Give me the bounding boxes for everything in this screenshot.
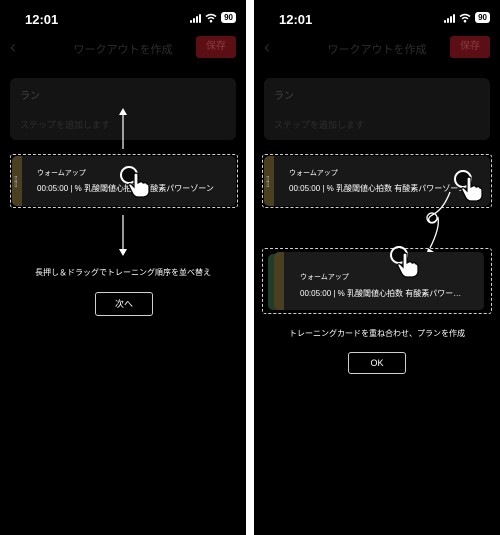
tap-hand-icon — [461, 176, 483, 202]
save-button[interactable]: 保存 — [450, 36, 490, 58]
left-screen: 12:01 90 ‹ ワークアウトを作成 保存 ラン ステップを追加します ⁞⁞… — [0, 0, 246, 535]
arrow-down-icon — [119, 215, 127, 256]
signal-icon — [190, 13, 202, 23]
drag-grip-icon[interactable]: ⁞⁞ ⁞⁞ — [14, 176, 18, 189]
ok-button[interactable]: OK — [348, 352, 406, 374]
tap-hand-icon — [128, 172, 150, 198]
save-button[interactable]: 保存 — [196, 36, 236, 58]
status-time: 12:01 — [279, 12, 313, 27]
card-title: ウォームアップ — [37, 170, 86, 177]
run-add-step-text: ステップを追加します — [20, 120, 111, 130]
card-detail: 00:05:00 | % 乳酸閾値心拍数 有酸素パワー… — [300, 289, 462, 298]
status-time: 12:01 — [25, 12, 59, 27]
warmup-card-stacked[interactable]: ウォームアップ 00:05:00 | % 乳酸閾値心拍数 有酸素パワー… — [274, 252, 484, 310]
battery-icon: 90 — [221, 12, 236, 23]
tap-hand-icon — [397, 252, 419, 278]
right-screen: 12:01 90 ‹ ワークアウトを作成 保存 ラン ステップを追加します ⁞⁞… — [254, 0, 500, 535]
status-icons: 90 — [444, 12, 490, 23]
signal-icon — [444, 13, 456, 23]
card-title: ウォームアップ — [289, 170, 338, 177]
reorder-hint: 長押し＆ドラッグでトレーニング順序を並べ替え — [35, 268, 211, 277]
run-title: ラン — [274, 91, 294, 102]
wifi-icon — [205, 13, 217, 22]
run-add-step-text: ステップを追加します — [274, 120, 365, 130]
next-button[interactable]: 次へ — [95, 292, 153, 316]
status-icons: 90 — [190, 12, 236, 23]
card-title: ウォームアップ — [300, 274, 349, 281]
wifi-icon — [459, 13, 471, 22]
stack-hint: トレーニングカードを重ね合わせ、プランを作成 — [289, 329, 465, 338]
battery-icon: 90 — [475, 12, 490, 23]
arrow-up-icon — [119, 108, 127, 149]
workout-run-card: ラン ステップを追加します — [264, 78, 490, 140]
drag-grip-icon[interactable]: ⁞⁞ ⁞⁞ — [266, 176, 270, 189]
card-strip — [274, 252, 284, 310]
run-title: ラン — [20, 91, 40, 102]
